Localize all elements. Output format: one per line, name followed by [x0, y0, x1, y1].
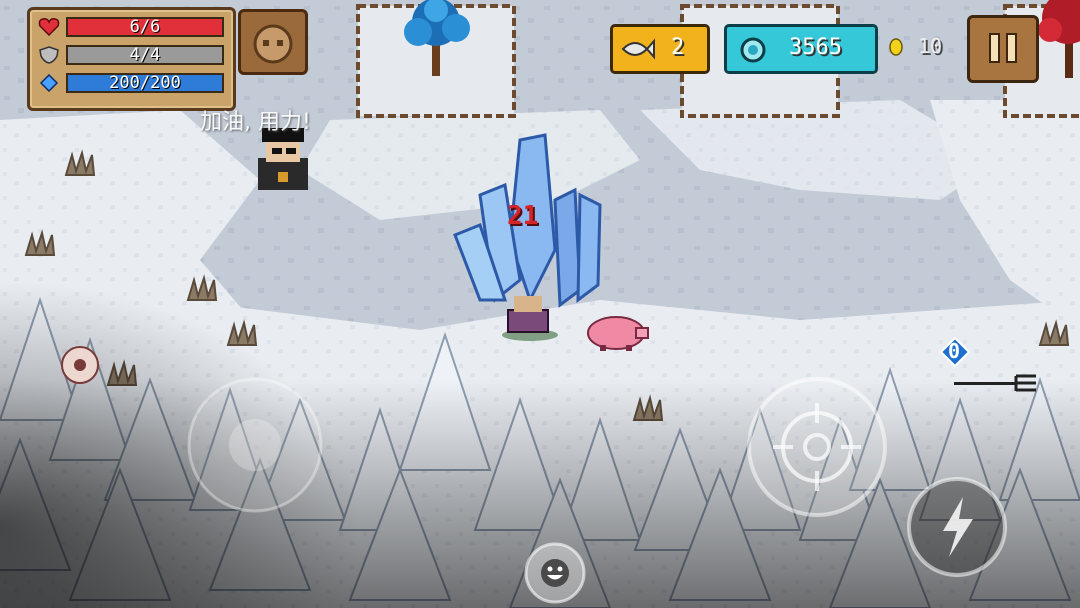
smiley-icon [541, 559, 569, 587]
eye-creature [61, 346, 99, 384]
pause-icon [989, 33, 1017, 63]
pet-portrait-icon [253, 24, 293, 64]
gem-counter: 3565 [724, 24, 878, 74]
fish-icon [621, 38, 655, 60]
armor-bar: 4/4 [66, 45, 224, 65]
attack-button[interactable] [745, 375, 889, 519]
weapon-energy-cost: 0 [948, 339, 961, 363]
pause-button[interactable] [967, 15, 1039, 83]
armor-row: 4/4 [36, 44, 226, 66]
damage-number: 21 [507, 201, 539, 231]
energy-bar: 200/200 [66, 73, 224, 93]
weapon-slot[interactable]: 0 [940, 335, 1040, 405]
move-joystick[interactable] [185, 375, 325, 515]
fish-counter: 2 [610, 24, 710, 74]
player-stats-panel: 6/6 4/4 200/200 [27, 7, 236, 111]
joystick-knob[interactable] [229, 419, 281, 471]
pet-portrait-button[interactable] [238, 9, 308, 75]
gem-count: 3565 [789, 35, 842, 60]
emote-button[interactable] [524, 542, 586, 604]
health-bar: 6/6 [66, 17, 224, 37]
npc-officer [258, 128, 308, 190]
health-text: 6/6 [129, 17, 161, 37]
npc-speech-text: 加油, 用力! [200, 110, 311, 135]
skill-button[interactable] [905, 475, 1009, 579]
coin-count: 10 [918, 34, 943, 58]
gem-icon [740, 37, 766, 63]
trident-icon [954, 374, 1036, 392]
coin-icon [889, 38, 903, 56]
fish-count: 2 [671, 35, 685, 60]
energy-text: 200/200 [109, 73, 181, 93]
health-row: 6/6 [36, 16, 226, 38]
diamond-icon [39, 74, 59, 92]
armor-text: 4/4 [129, 45, 161, 65]
heart-icon [38, 18, 60, 36]
energy-row: 200/200 [36, 72, 226, 94]
shield-icon [39, 46, 59, 64]
